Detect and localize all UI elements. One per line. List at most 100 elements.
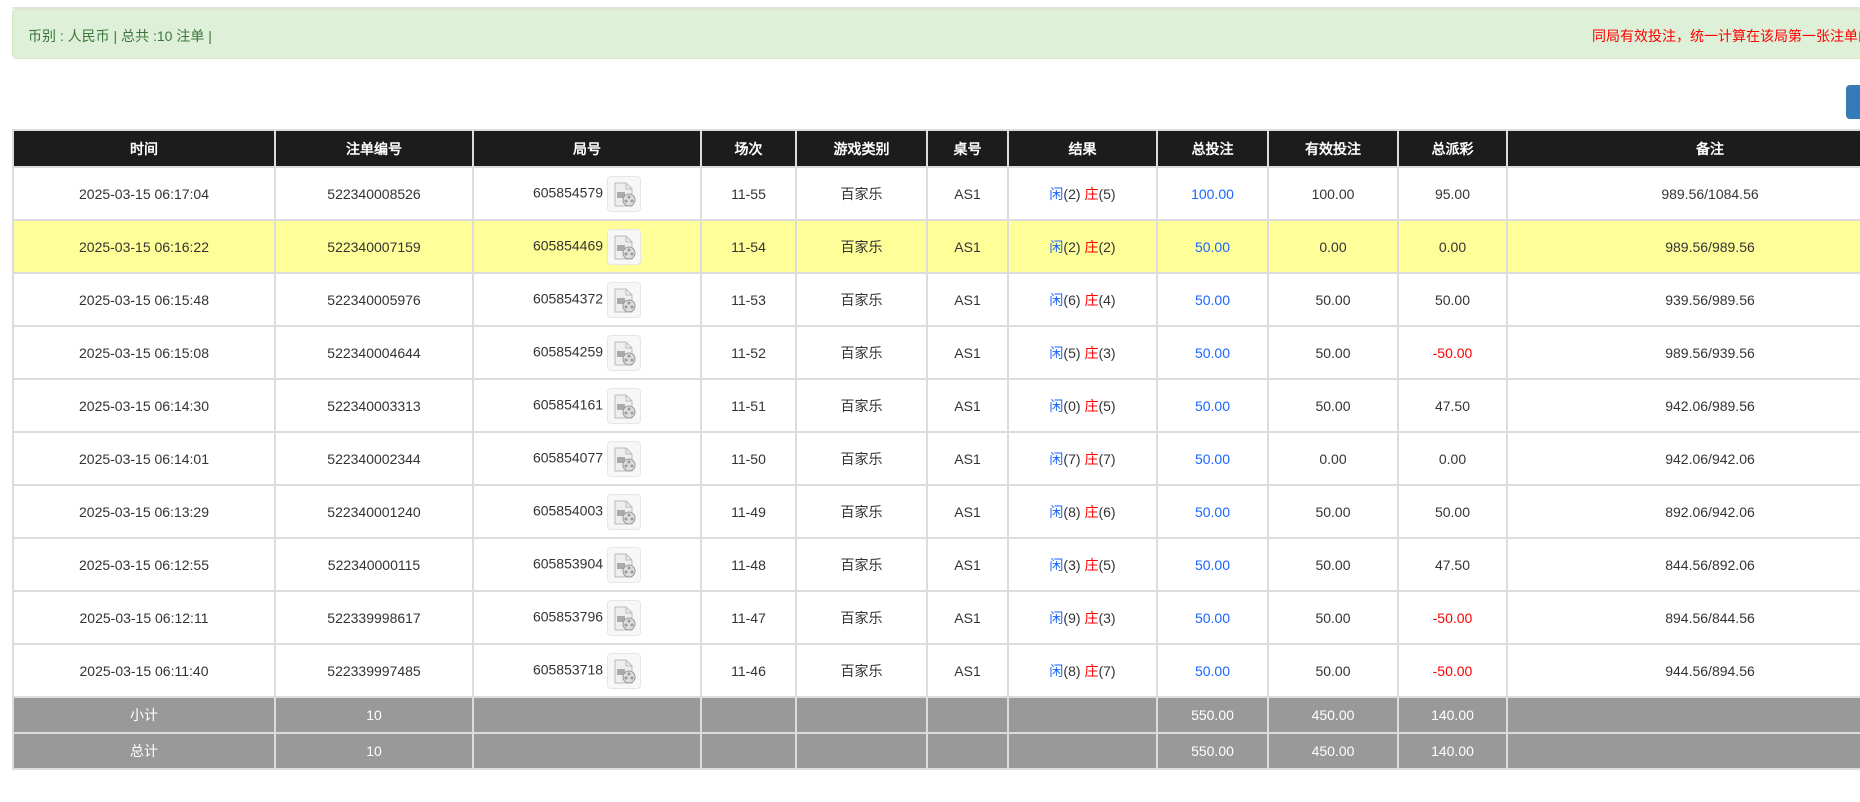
game-type-cell-value: 百家乐 <box>840 238 883 255</box>
game-type-cell-value: 百家乐 <box>840 662 883 679</box>
bet-id-cell: 522339998617 <box>274 590 474 645</box>
payout-cell-value: 50.00 <box>1434 503 1471 520</box>
video-replay-icon[interactable] <box>607 175 642 212</box>
table-no-cell: AS1 <box>926 219 1009 274</box>
game-type-cell-value: 百家乐 <box>840 503 883 520</box>
banker-score: (6) <box>1098 503 1116 520</box>
payout-cell-value: 0.00 <box>1438 238 1467 255</box>
payout-cell: 0.00 <box>1397 431 1508 486</box>
payout-cell: 47.50 <box>1397 378 1508 433</box>
video-replay-icon[interactable] <box>607 440 642 477</box>
video-replay-icon[interactable] <box>607 493 642 530</box>
player-label: 闲 <box>1049 397 1064 414</box>
player-label: 闲 <box>1049 609 1064 626</box>
header-valid-bet: 有效投注 <box>1267 129 1399 167</box>
bet-id-cell-value: 522340008526 <box>327 185 421 202</box>
bet-id-cell: 522340004644 <box>274 325 474 380</box>
table-row: 2025-03-15 06:14:01 522340002344 605854077… <box>12 431 1860 486</box>
banker-label: 庄 <box>1084 344 1099 361</box>
session-cell: 11-49 <box>700 484 797 539</box>
game-type-cell-value: 百家乐 <box>840 291 883 308</box>
bet-id-cell: 522340005976 <box>274 272 474 327</box>
total-bet-cell: 50.00 <box>1156 272 1269 327</box>
footer-count-cell: 10 <box>274 696 474 734</box>
valid-bet-cell-value: 50.00 <box>1315 503 1351 520</box>
result-cell: 闲(2) 庄(5) <box>1007 166 1158 221</box>
total-bet-cell: 50.00 <box>1156 590 1269 645</box>
banker-score: (5) <box>1098 185 1116 202</box>
table-row: 2025-03-15 06:11:40 522339997485 605853718… <box>12 643 1860 698</box>
banker-score: (7) <box>1098 662 1116 679</box>
subtotal-row: 小计 10 550.00 450.00 140.00 <box>12 696 1860 734</box>
table-no-cell-value: AS1 <box>954 397 981 414</box>
table-no-cell: AS1 <box>926 590 1009 645</box>
total-bet-cell: 50.00 <box>1156 484 1269 539</box>
total-bet-cell-value: 50.00 <box>1194 291 1231 308</box>
header-total-payout: 总派彩 <box>1397 129 1508 167</box>
table-no-cell-value: AS1 <box>954 503 981 520</box>
player-score: (0) <box>1063 397 1081 414</box>
table-no-cell-value: AS1 <box>954 450 981 467</box>
table-no-cell-value: AS1 <box>954 238 981 255</box>
payout-cell: -50.00 <box>1397 643 1508 698</box>
total-bet-cell-value: 50.00 <box>1194 662 1231 679</box>
footer-payout-cell-value: 140.00 <box>1431 743 1474 759</box>
summary-text: 币别 : 人民币 | 总共 :10 注单 | <box>28 28 212 44</box>
total-bet-cell-value: 50.00 <box>1194 344 1231 361</box>
round-cell-value: 605854579 <box>532 184 604 201</box>
game-type-cell-value: 百家乐 <box>840 556 883 573</box>
video-replay-icon[interactable] <box>607 228 642 265</box>
video-replay-icon[interactable] <box>607 599 642 636</box>
total-bet-cell-value: 50.00 <box>1194 609 1231 626</box>
action-button[interactable] <box>1846 85 1860 119</box>
session-cell-value: 11-52 <box>731 344 766 361</box>
time-cell-value: 2025-03-15 06:17:04 <box>79 185 209 202</box>
table-row: 2025-03-15 06:14:30 522340003313 605854161… <box>12 378 1860 433</box>
summary-alert: 币别 : 人民币 | 总共 :10 注单 | 同局有效投注，统一计算在该局第一张… <box>12 9 1860 59</box>
footer-empty-cell <box>700 696 797 734</box>
footer-payout-cell: 140.00 <box>1397 732 1508 770</box>
banker-score: (3) <box>1098 609 1116 626</box>
time-cell: 2025-03-15 06:14:30 <box>12 378 276 433</box>
footer-empty-cell <box>1007 696 1158 734</box>
footer-label-cell-value: 小计 <box>130 707 158 723</box>
note-cell-value: 892.06/942.06 <box>1665 503 1755 520</box>
player-label: 闲 <box>1049 662 1064 679</box>
session-cell-value: 11-51 <box>731 397 766 414</box>
note-cell: 944.56/894.56 <box>1506 643 1860 698</box>
payout-cell: 50.00 <box>1397 272 1508 327</box>
round-cell: 605854003 <box>472 484 702 539</box>
note-cell-value: 989.56/1084.56 <box>1661 185 1759 202</box>
note-cell-value: 894.56/844.56 <box>1665 609 1755 626</box>
result-cell: 闲(0) 庄(5) <box>1007 378 1158 433</box>
note-cell-value: 942.06/989.56 <box>1665 397 1755 414</box>
video-replay-icon[interactable] <box>607 387 642 424</box>
player-score: (8) <box>1063 662 1081 679</box>
game-type-cell: 百家乐 <box>795 219 928 274</box>
session-cell: 11-48 <box>700 537 797 592</box>
table-no-cell-value: AS1 <box>954 185 981 202</box>
video-replay-icon[interactable] <box>607 334 642 371</box>
game-type-cell: 百家乐 <box>795 590 928 645</box>
note-cell: 894.56/844.56 <box>1506 590 1860 645</box>
note-cell: 939.56/989.56 <box>1506 272 1860 327</box>
round-cell-value: 605854161 <box>532 396 604 413</box>
header-round: 局号 <box>472 129 702 167</box>
time-cell: 2025-03-15 06:14:01 <box>12 431 276 486</box>
valid-bet-cell-value: 50.00 <box>1315 556 1351 573</box>
banker-label: 庄 <box>1084 185 1099 202</box>
banker-label: 庄 <box>1084 503 1099 520</box>
video-replay-icon[interactable] <box>607 546 642 583</box>
video-replay-icon[interactable] <box>607 652 642 689</box>
valid-bet-cell: 0.00 <box>1267 219 1399 274</box>
time-cell-value: 2025-03-15 06:16:22 <box>79 238 209 255</box>
header-bet-id: 注单编号 <box>274 129 474 167</box>
round-cell: 605854372 <box>472 272 702 327</box>
bet-records-table: 时间 注单编号 局号 场次 游戏类别 桌号 结果 总投注 有效投注 总派彩 备注 2025-03-1… <box>12 129 1860 770</box>
video-replay-icon[interactable] <box>607 281 642 318</box>
valid-bet-cell: 100.00 <box>1267 166 1399 221</box>
footer-empty-cell <box>700 732 797 770</box>
valid-bet-cell: 50.00 <box>1267 643 1399 698</box>
footer-label-cell: 小计 <box>12 696 276 734</box>
footer-total-bet-cell-value: 550.00 <box>1191 743 1234 759</box>
